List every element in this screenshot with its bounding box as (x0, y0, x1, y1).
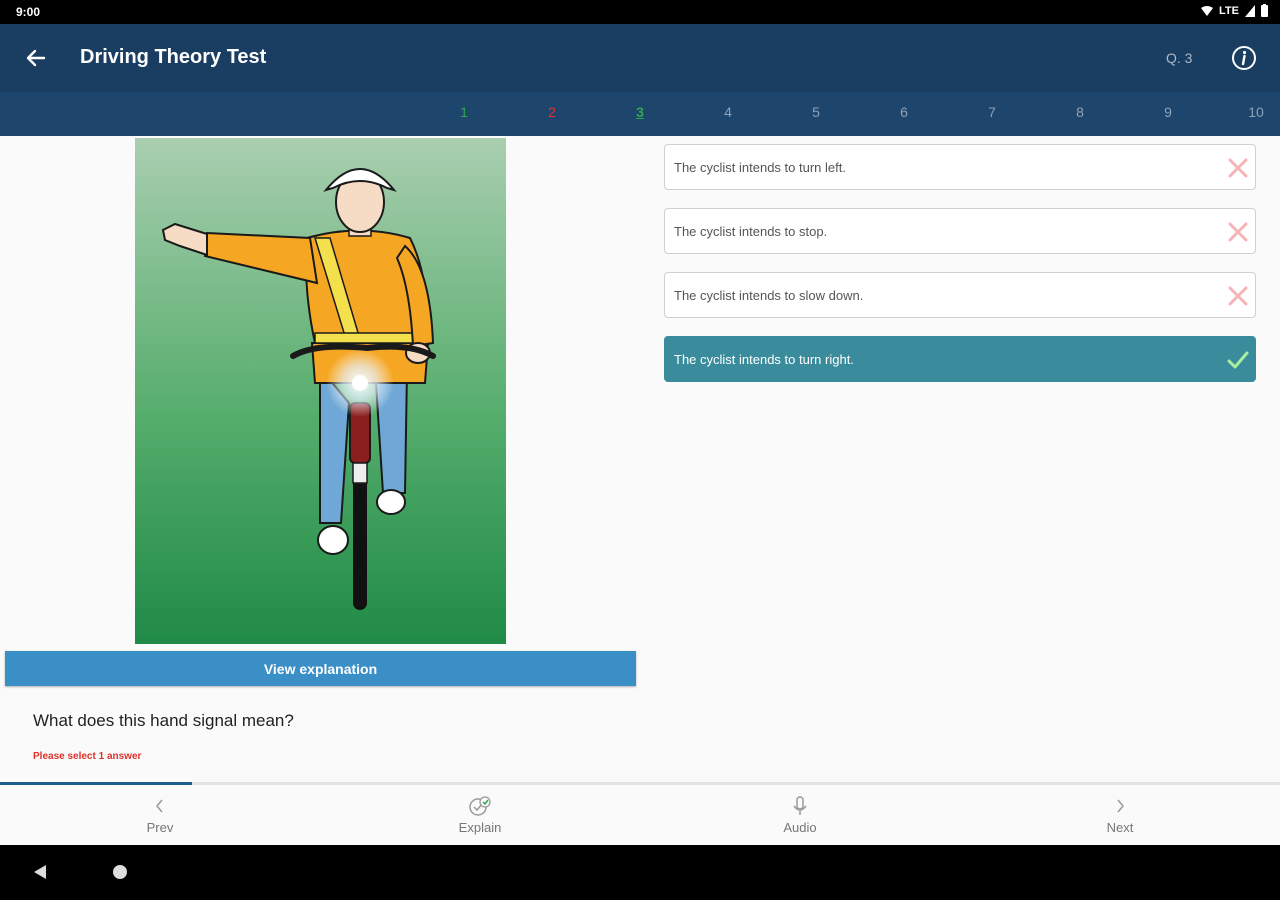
question-tab-9[interactable]: 9 (1153, 104, 1183, 120)
page-title: Driving Theory Test (80, 46, 267, 68)
info-icon[interactable] (1231, 45, 1257, 71)
answer-option-1[interactable]: The cyclist intends to turn left. (664, 144, 1256, 190)
system-nav-bar (0, 845, 1280, 900)
question-tab-5[interactable]: 5 (801, 104, 831, 120)
cyclist-hand-signal-image (135, 138, 506, 644)
signal-icon (1245, 4, 1255, 17)
view-explanation-button[interactable]: View explanation (5, 651, 636, 686)
question-tab-3[interactable]: 3 (625, 104, 655, 120)
question-tab-6[interactable]: 6 (889, 104, 919, 120)
question-tabs: 1 2 3 4 5 6 7 8 9 10 (0, 92, 1280, 136)
status-time: 9:00 (16, 5, 41, 19)
explain-icon (469, 796, 491, 816)
wifi-icon (1201, 5, 1214, 16)
question-tab-8[interactable]: 8 (1065, 104, 1095, 120)
question-tab-10[interactable]: 10 (1241, 104, 1271, 120)
system-home-icon[interactable] (112, 864, 128, 880)
answer-option-3[interactable]: The cyclist intends to slow down. (664, 272, 1256, 318)
select-hint: Please select 1 answer (33, 751, 142, 762)
audio-label: Audio (783, 820, 817, 835)
question-text: What does this hand signal mean? (33, 711, 294, 730)
battery-icon (1261, 4, 1268, 17)
answer-text: The cyclist intends to slow down. (674, 288, 864, 303)
audio-button[interactable]: Audio (740, 785, 860, 845)
answer-text: The cyclist intends to turn right. (674, 352, 854, 367)
prev-label: Prev (146, 820, 174, 835)
question-tab-7[interactable]: 7 (977, 104, 1007, 120)
cross-icon (1228, 286, 1248, 306)
question-tab-2[interactable]: 2 (537, 104, 567, 120)
answer-text: The cyclist intends to turn left. (674, 160, 846, 175)
chevron-right-icon (1117, 799, 1124, 813)
next-button[interactable]: Next (1060, 785, 1180, 845)
answer-option-2[interactable]: The cyclist intends to stop. (664, 208, 1256, 254)
answer-option-4[interactable]: The cyclist intends to turn right. (664, 336, 1256, 382)
back-arrow-icon[interactable] (22, 44, 50, 72)
next-label: Next (1106, 820, 1134, 835)
prev-button[interactable]: Prev (100, 785, 220, 845)
chevron-left-icon (156, 799, 163, 813)
answer-text: The cyclist intends to stop. (674, 224, 828, 239)
status-icons: LTE (1201, 4, 1268, 17)
cross-icon (1228, 158, 1248, 178)
network-type: LTE (1219, 4, 1239, 17)
bottom-nav: Prev Explain Audio Next (0, 785, 1280, 845)
system-back-icon[interactable] (32, 864, 48, 880)
microphone-icon (793, 796, 807, 815)
explain-label: Explain (458, 820, 502, 835)
explain-button[interactable]: Explain (420, 785, 540, 845)
cross-icon (1228, 222, 1248, 242)
question-tab-4[interactable]: 4 (713, 104, 743, 120)
checkmark-icon (1227, 351, 1249, 369)
status-bar: 9:00 LTE (0, 0, 1280, 24)
question-tab-1[interactable]: 1 (449, 104, 479, 120)
app-bar: Driving Theory Test Q. 3 1 2 3 4 5 6 7 8… (0, 24, 1280, 136)
question-counter: Q. 3 (1166, 50, 1193, 66)
